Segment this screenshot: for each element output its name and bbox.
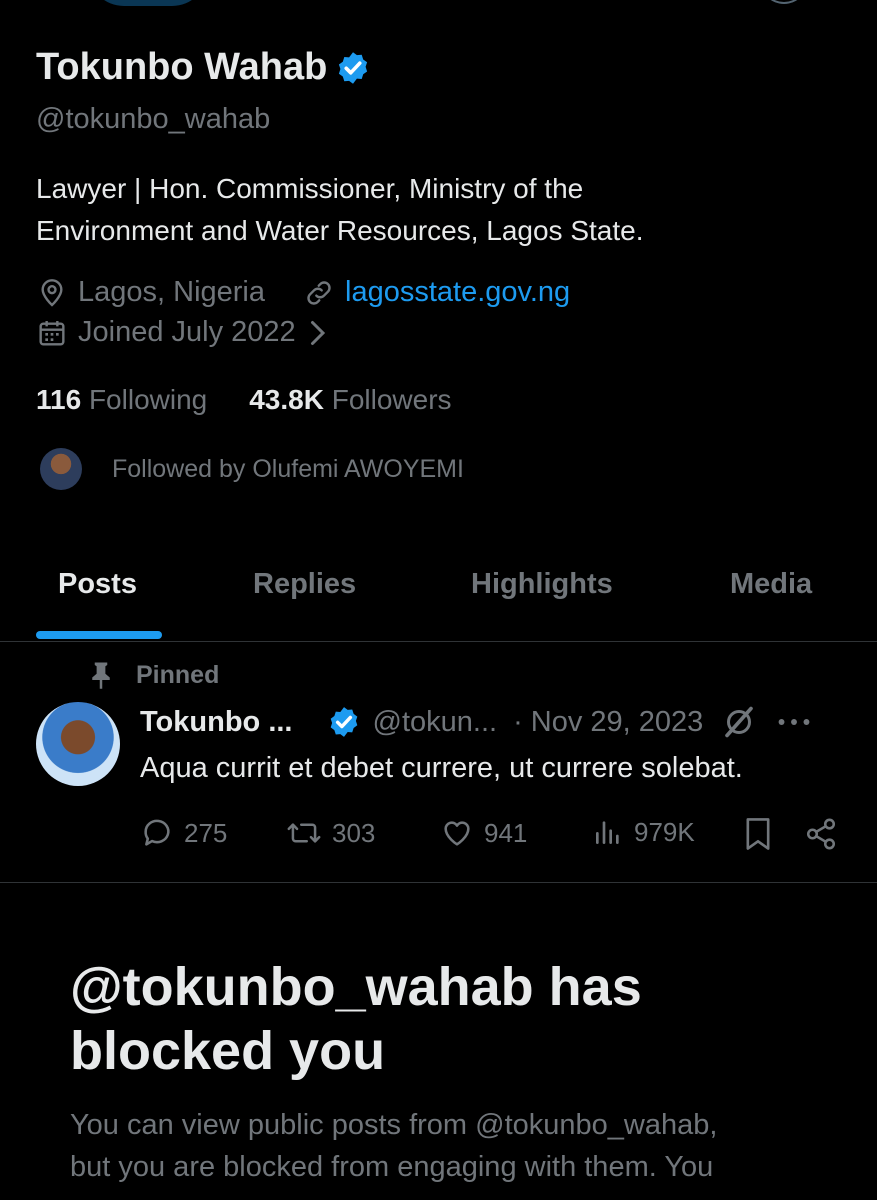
blocked-body-line: but you are blocked from engaging with t… <box>70 1151 714 1183</box>
blocked-notice-body: You can view public posts from @tokunbo_… <box>70 1104 830 1188</box>
pinned-indicator: Pinned <box>88 660 219 690</box>
tab-highlights[interactable]: Highlights <box>471 568 613 601</box>
like-button[interactable]: 941 <box>440 816 527 850</box>
profile-location: Lagos, Nigeria <box>78 276 265 308</box>
bio-line: Lawyer | Hon. Commissioner, Ministry of … <box>36 173 584 204</box>
profile-bio: Lawyer | Hon. Commissioner, Ministry of … <box>36 168 836 252</box>
post-author-handle: @tokun... <box>372 705 498 738</box>
post-header: Tokunbo ... @tokun... · Nov 29, 2023 <box>140 704 811 740</box>
views-count: 979K <box>634 816 695 847</box>
post-author-avatar[interactable] <box>36 702 120 786</box>
post-date[interactable]: · Nov 29, 2023 <box>513 706 703 739</box>
blocked-notice-title: @tokunbo_wahab has blocked you <box>70 955 830 1083</box>
repost-icon <box>286 816 322 850</box>
joined-row[interactable]: Joined July 2022 <box>36 316 328 349</box>
followers-count: 43.8K <box>249 384 324 415</box>
views-button[interactable]: 979K <box>592 816 695 848</box>
link-icon <box>303 277 335 309</box>
chevron-right-icon <box>306 318 328 348</box>
followers-stat[interactable]: 43.8K Followers <box>249 384 451 416</box>
profile-name: Tokunbo Wahab <box>36 46 328 88</box>
views-bar-chart-icon <box>592 816 624 848</box>
following-stat[interactable]: 116 Following <box>36 384 207 416</box>
pinned-label: Pinned <box>136 660 220 689</box>
followed-by-text: Followed by Olufemi AWOYEMI <box>112 454 464 483</box>
profile-website-link[interactable]: lagosstate.gov.ng <box>345 276 570 309</box>
blocked-title-line: @tokunbo_wahab has <box>70 957 642 1017</box>
followers-label: Followers <box>331 384 452 415</box>
follower-avatar <box>40 448 82 490</box>
profile-banner-avatar-edge <box>88 0 208 6</box>
bio-line: Environment and Water Resources, Lagos S… <box>36 215 644 246</box>
profile-joined-date: Joined July 2022 <box>78 316 296 348</box>
blocked-title-line: blocked you <box>70 1021 386 1081</box>
bookmark-button[interactable] <box>742 816 774 852</box>
like-count: 941 <box>484 817 528 848</box>
reply-button[interactable]: 275 <box>140 816 227 850</box>
bookmark-icon <box>742 816 774 852</box>
profile-handle: @tokunbo_wahab <box>36 103 271 135</box>
blocked-body-line: You can view public posts from @tokunbo_… <box>70 1109 718 1141</box>
reply-count: 275 <box>184 817 228 848</box>
following-label: Following <box>88 384 208 415</box>
tab-replies[interactable]: Replies <box>253 568 356 601</box>
post-text: Aqua currit et debet currere, ut currere… <box>140 752 743 784</box>
profile-name-row: Tokunbo Wahab <box>36 46 371 89</box>
repost-count: 303 <box>332 817 376 848</box>
verified-badge-icon <box>327 705 361 739</box>
more-options-icon[interactable] <box>777 716 811 728</box>
share-icon <box>804 816 838 852</box>
tab-media[interactable]: Media <box>730 568 812 601</box>
follow-stats: 116 Following 43.8K Followers <box>36 384 452 416</box>
grok-icon[interactable] <box>721 704 757 740</box>
reply-icon <box>140 816 174 850</box>
followed-by-row[interactable]: Followed by Olufemi AWOYEMI <box>40 448 464 490</box>
tab-posts[interactable]: Posts <box>58 568 137 601</box>
location-pin-icon <box>36 277 68 309</box>
more-options-button-edge[interactable] <box>760 0 808 4</box>
verified-badge-icon <box>335 50 371 86</box>
active-tab-indicator <box>36 631 162 639</box>
pin-icon <box>88 660 114 690</box>
profile-tabs: Posts Replies Highlights Media <box>0 560 877 642</box>
heart-icon <box>440 816 474 850</box>
calendar-icon <box>36 317 68 349</box>
post-actions: 275 303 941 979K <box>140 816 840 856</box>
following-count: 116 <box>36 384 82 415</box>
share-button[interactable] <box>804 816 838 852</box>
profile-meta-row: Lagos, Nigeria lagosstate.gov.ng <box>36 276 570 309</box>
divider <box>0 882 877 883</box>
post-author-name[interactable]: Tokunbo ... <box>140 706 293 739</box>
repost-button[interactable]: 303 <box>286 816 375 850</box>
